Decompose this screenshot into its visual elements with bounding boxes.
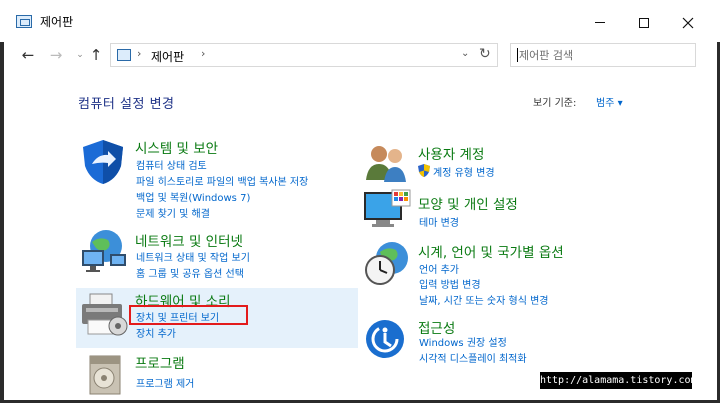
- window-title: 제어판: [40, 15, 74, 29]
- maximize-icon: [639, 17, 649, 28]
- minimize-icon: [595, 22, 605, 23]
- link-change-theme[interactable]: 테마 변경: [419, 214, 459, 229]
- search-box[interactable]: [510, 43, 696, 67]
- up-button[interactable]: ↑: [86, 45, 106, 65]
- title-bar: 제어판: [0, 0, 720, 42]
- view-by-dropdown[interactable]: 범주 ▾: [596, 94, 623, 109]
- breadcrumb-control-panel[interactable]: 제어판: [151, 48, 184, 65]
- watermark-url: http://alamama.tistory.com: [540, 372, 697, 389]
- monitor-icon[interactable]: [362, 188, 412, 232]
- text-caret: [517, 48, 518, 62]
- chevron-right-icon[interactable]: ›: [201, 47, 205, 60]
- users-icon[interactable]: [364, 142, 410, 184]
- link-recommended-settings[interactable]: Windows 권장 설정: [419, 334, 507, 349]
- link-optimize-display[interactable]: 시각적 디스플레이 최적화: [419, 350, 527, 365]
- maximize-button[interactable]: [622, 8, 666, 36]
- category-title[interactable]: 모양 및 개인 설정: [418, 193, 518, 213]
- link-change-input-method[interactable]: 입력 방법 변경: [419, 276, 481, 291]
- link-uninstall-program[interactable]: 프로그램 제거: [136, 375, 194, 390]
- minimize-button[interactable]: [578, 8, 622, 36]
- link-network-status[interactable]: 네트워크 상태 및 작업 보기: [136, 249, 250, 264]
- printer-icon[interactable]: [78, 290, 130, 338]
- category-title[interactable]: 시스템 및 보안: [135, 137, 218, 157]
- programs-icon[interactable]: [84, 350, 128, 396]
- close-button[interactable]: [666, 8, 710, 36]
- uac-shield-icon: [418, 164, 430, 177]
- forward-button[interactable]: →: [46, 45, 66, 65]
- category-title[interactable]: 네트워크 및 인터넷: [135, 230, 243, 250]
- link-change-account-type[interactable]: 계정 유형 변경: [433, 164, 495, 179]
- annotation-red-box: [129, 305, 248, 325]
- view-by-label: 보기 기준:: [533, 98, 577, 109]
- network-icon[interactable]: [78, 228, 130, 276]
- shield-icon[interactable]: [78, 138, 128, 186]
- control-panel-icon: [117, 49, 131, 61]
- link-homegroup[interactable]: 홈 그룹 및 공유 옵션 선택: [136, 265, 244, 280]
- control-panel-icon: [16, 15, 32, 28]
- accessibility-icon[interactable]: [364, 318, 406, 360]
- link-add-language[interactable]: 언어 추가: [419, 261, 459, 276]
- category-title[interactable]: 사용자 계정: [418, 143, 484, 163]
- clock-globe-icon[interactable]: [362, 240, 412, 288]
- refresh-button[interactable]: ↻: [479, 46, 491, 62]
- chevron-right-icon[interactable]: ›: [137, 47, 141, 60]
- address-bar[interactable]: › 제어판 › ⌄ ↻: [110, 43, 498, 67]
- category-title[interactable]: 프로그램: [135, 352, 185, 372]
- link-troubleshoot[interactable]: 문제 찾기 및 해결: [136, 205, 210, 220]
- link-review-status[interactable]: 컴퓨터 상태 검토: [136, 157, 207, 172]
- page-heading: 컴퓨터 설정 변경: [78, 97, 175, 112]
- link-change-date-time-format[interactable]: 날짜, 시간 또는 숫자 형식 변경: [419, 292, 548, 307]
- address-dropdown-icon[interactable]: ⌄: [461, 48, 469, 59]
- link-backup-restore[interactable]: 백업 및 복원(Windows 7): [136, 189, 250, 204]
- category-title[interactable]: 시계, 언어 및 국가별 옵션: [418, 241, 564, 261]
- close-icon: [682, 17, 694, 28]
- navigation-bar: ← → ⌄ ↑ › 제어판 › ⌄ ↻: [0, 42, 720, 68]
- back-button[interactable]: ←: [18, 45, 38, 65]
- link-add-device[interactable]: 장치 추가: [136, 325, 176, 340]
- link-file-history[interactable]: 파일 히스토리로 파일의 백업 복사본 저장: [136, 173, 308, 188]
- search-input[interactable]: [519, 47, 689, 63]
